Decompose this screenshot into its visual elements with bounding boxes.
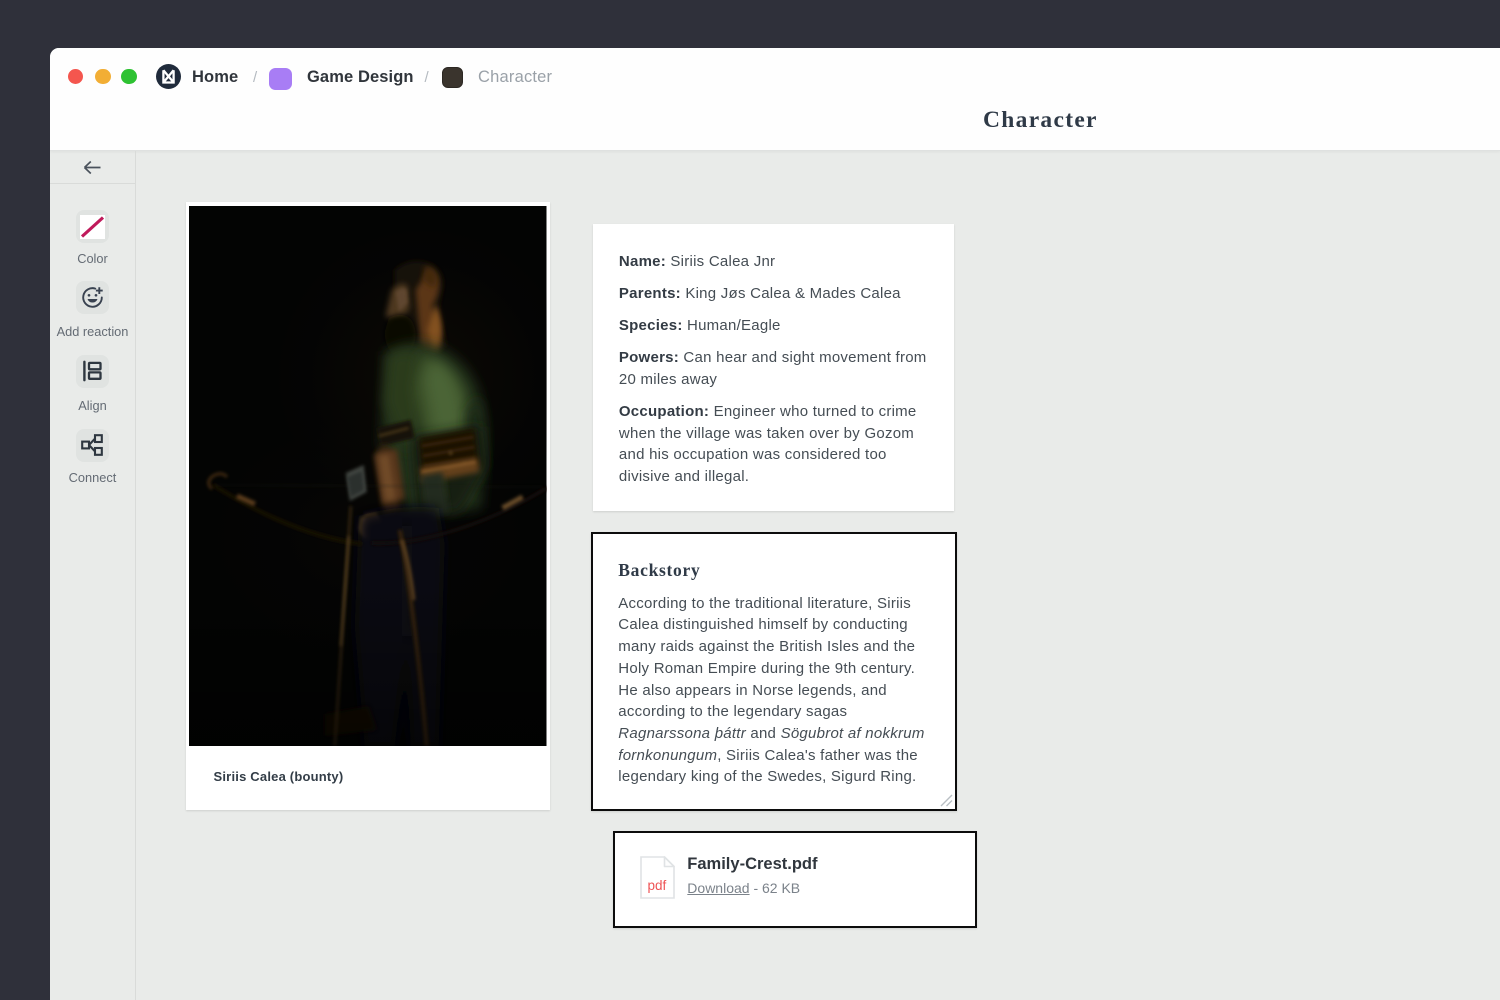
svg-text:pdf: pdf <box>647 878 666 893</box>
